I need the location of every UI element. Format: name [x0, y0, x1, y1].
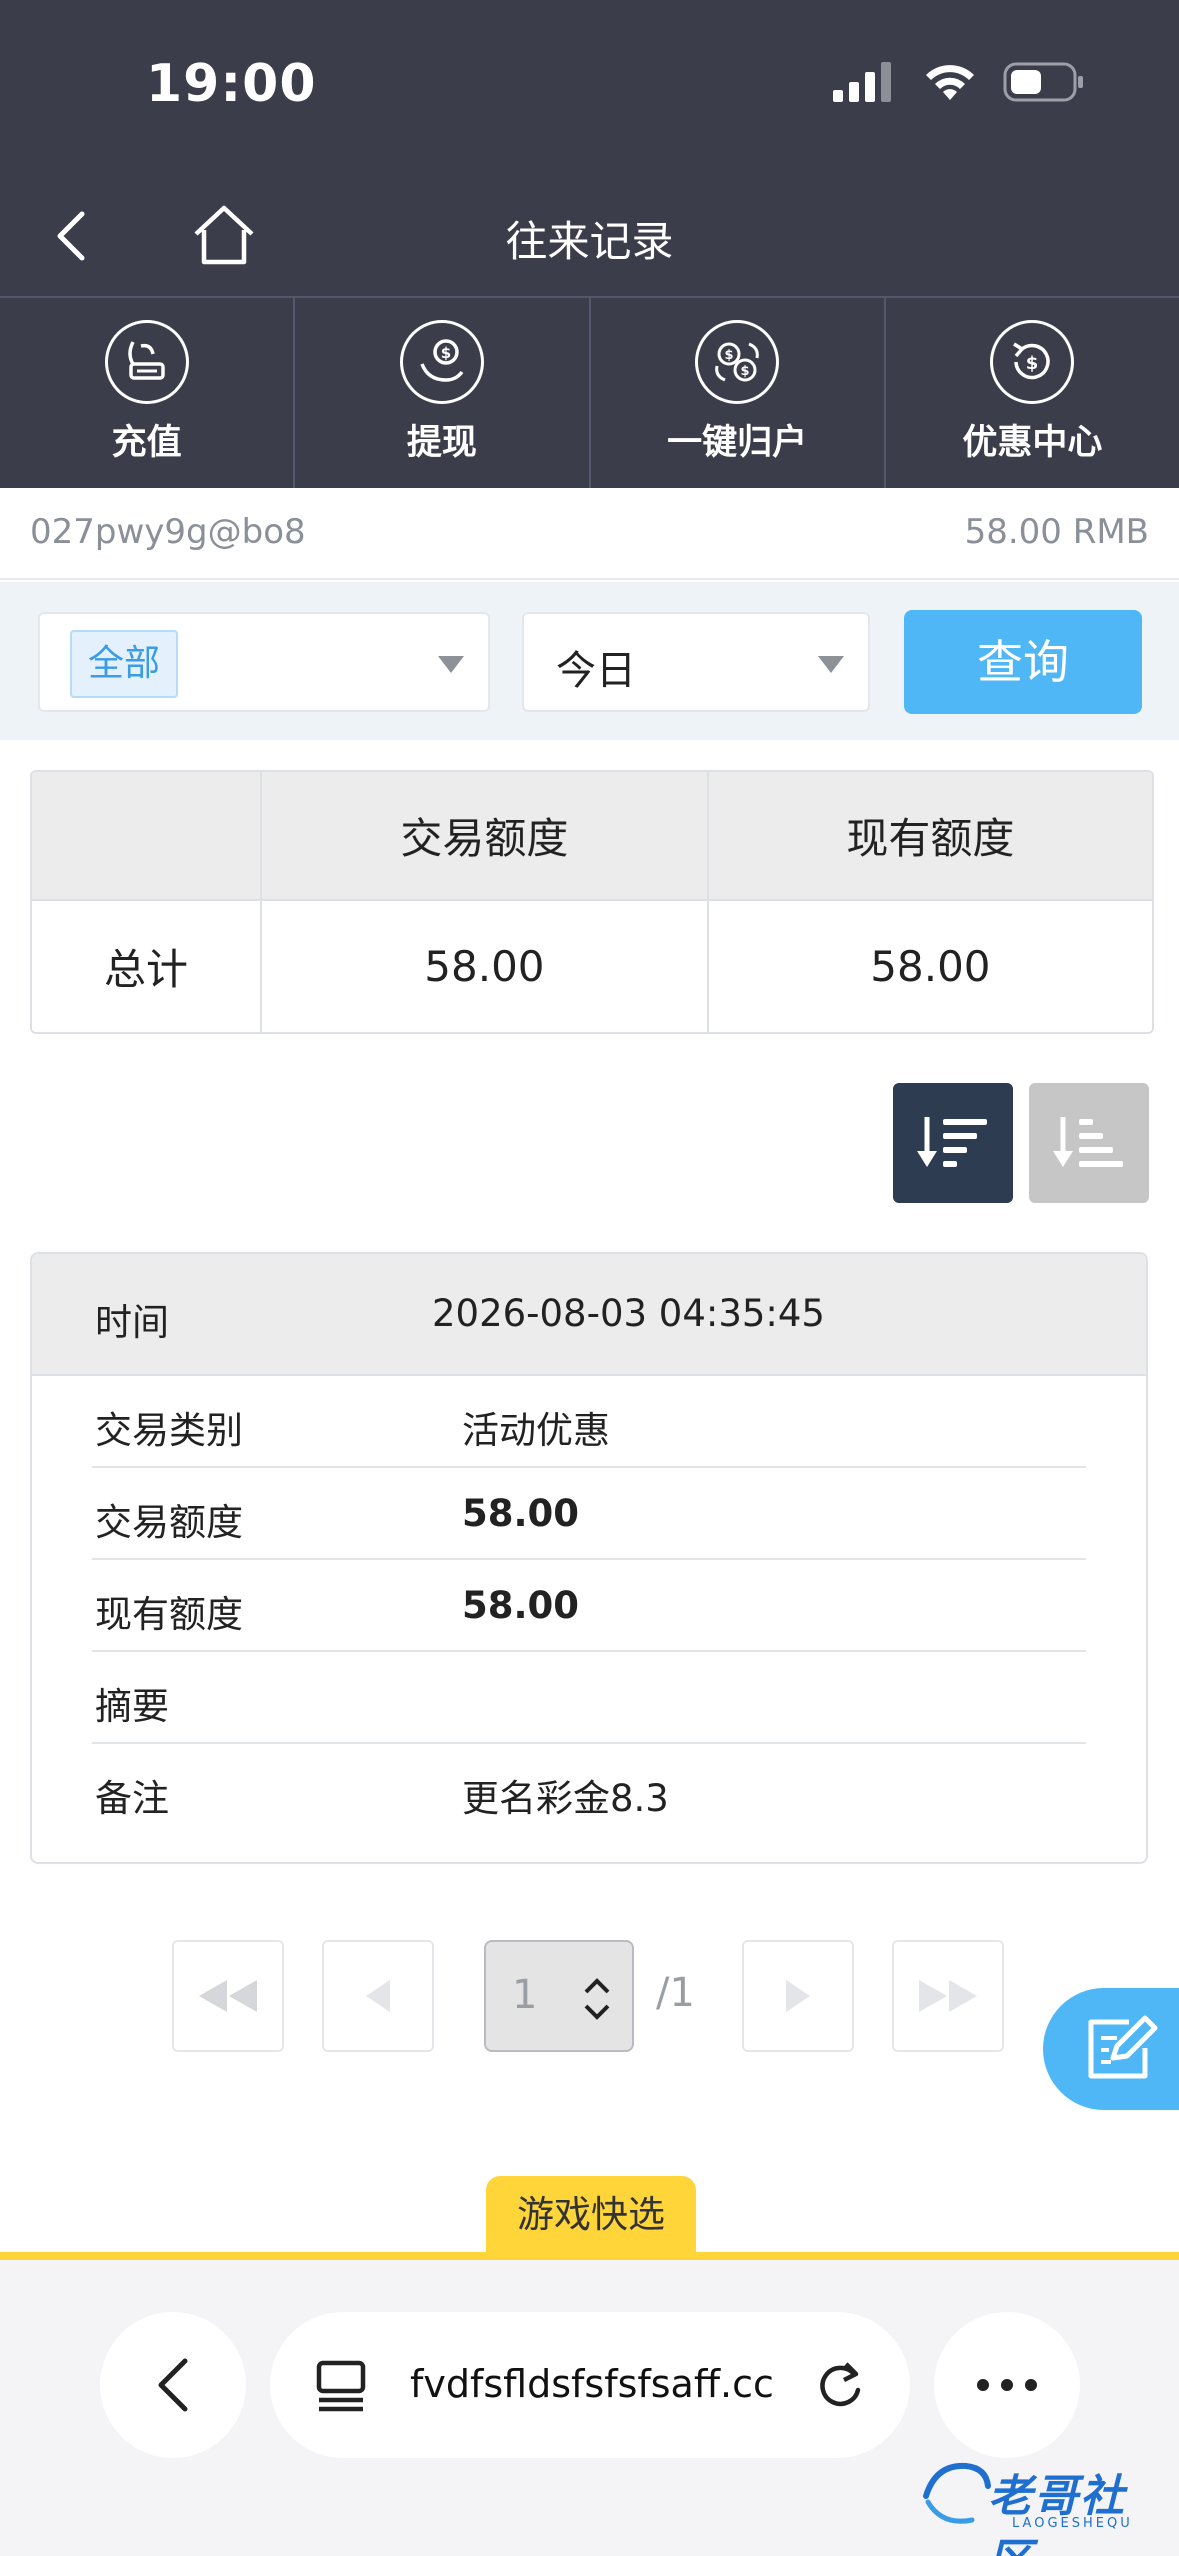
filter-bar: 全部 今日 查询 — [0, 582, 1179, 740]
type-select[interactable]: 全部 — [38, 612, 490, 712]
quick-transfer-label: 一键归户 — [667, 423, 808, 463]
type-selected-tag[interactable]: 全部 — [70, 630, 179, 698]
signal-icon — [833, 62, 891, 102]
svg-text:$: $ — [1026, 353, 1039, 374]
right-triangle-icon — [786, 1980, 810, 2012]
record-row-summary: 摘要 — [92, 1652, 1086, 1744]
record-summary-label: 摘要 — [95, 1685, 169, 1728]
quick-withdraw-label: 提现 — [406, 423, 477, 463]
status-icons — [833, 62, 1085, 102]
chevron-down-icon — [818, 656, 844, 673]
svg-text:$: $ — [741, 364, 750, 379]
summary-header-current: 现有额度 — [706, 772, 1152, 901]
nav-bar: 往来记录 — [0, 180, 1179, 296]
query-button[interactable]: 查询 — [904, 610, 1142, 714]
next-page-button[interactable] — [742, 1940, 854, 2052]
record-type-label: 交易类别 — [95, 1409, 243, 1452]
stepper-icon[interactable] — [582, 1976, 612, 2022]
watermark-subtext: LAOGESHEQU — [1012, 2516, 1133, 2531]
browser-back-button[interactable] — [100, 2312, 246, 2458]
edit-icon — [1088, 2015, 1158, 2079]
promo-icon: $ — [990, 320, 1075, 404]
double-right-icon — [919, 1980, 977, 2012]
summary-current-amount: 58.00 — [706, 899, 1152, 1032]
last-page-button[interactable] — [892, 1940, 1004, 2052]
more-options-button[interactable] — [934, 2312, 1080, 2458]
svg-text:$: $ — [441, 344, 451, 362]
divider — [0, 2252, 1179, 2260]
record-time-row: 时间 2026-08-03 04:35:45 — [32, 1254, 1146, 1376]
dragon-logo-icon — [923, 2462, 991, 2524]
record-row-remark: 备注 更名彩金8.3 — [92, 1744, 1086, 1836]
record-row-type: 交易类别 活动优惠 — [92, 1376, 1086, 1468]
sort-asc-button[interactable] — [1029, 1083, 1149, 1203]
prev-page-button[interactable] — [322, 1940, 434, 2052]
summary-header-trade: 交易额度 — [260, 772, 709, 901]
recharge-icon — [104, 320, 189, 404]
more-icon — [977, 2379, 1037, 2391]
record-trade-label: 交易额度 — [95, 1501, 243, 1544]
record-remark-value: 更名彩金8.3 — [462, 1777, 669, 1820]
chevron-down-icon — [438, 656, 464, 673]
quick-promo-button[interactable]: $ 优惠中心 — [886, 298, 1179, 488]
account-username: 027pwy9g@bo8 — [30, 512, 306, 552]
record-current-label: 现有额度 — [95, 1593, 243, 1636]
record-time-label: 时间 — [95, 1301, 169, 1344]
watermark-logo: 老哥社区 LAOGESHEQU — [916, 2452, 1166, 2556]
withdraw-icon: $ — [399, 320, 484, 404]
summary-header-empty — [32, 772, 262, 901]
record-remark-label: 备注 — [95, 1777, 169, 1820]
quick-withdraw-button[interactable]: $ 提现 — [295, 298, 591, 488]
record-current-value: 58.00 — [462, 1584, 580, 1627]
summary-total-label: 总计 — [32, 899, 262, 1032]
transfer-icon: $ $ — [695, 320, 780, 404]
account-bar: 027pwy9g@bo8 58.00 RMB — [0, 488, 1179, 580]
sort-ascending-icon — [1053, 1117, 1123, 1167]
url-text: fvdfsfldsfsfsfsaff.cc — [410, 2362, 774, 2406]
left-triangle-icon — [366, 1980, 390, 2012]
address-bar[interactable]: fvdfsfldsfsfsfsaff.cc — [270, 2312, 910, 2458]
page-total: /1 — [656, 1970, 695, 2016]
game-quick-select-tab[interactable]: 游戏快选 — [486, 2176, 696, 2254]
watermark-text: 老哥社区 — [988, 2471, 1126, 2556]
page-title: 往来记录 — [505, 217, 674, 266]
page-menu-icon[interactable] — [316, 2360, 366, 2412]
sort-desc-button[interactable] — [893, 1083, 1013, 1203]
app-header: 19:00 往来记录 充值 $ 提现 $ $ 一键归户 $ 优惠中心 — [0, 0, 1179, 488]
floating-edit-button[interactable] — [1043, 1988, 1179, 2110]
first-page-button[interactable] — [172, 1940, 284, 2052]
summary-table: 交易额度 现有额度 总计 58.00 58.00 — [30, 770, 1154, 1034]
transaction-record-card: 时间 2026-08-03 04:35:45 交易类别 活动优惠 交易额度 58… — [30, 1252, 1148, 1864]
record-type-value: 活动优惠 — [462, 1409, 610, 1452]
battery-icon — [1003, 62, 1083, 102]
wifi-icon — [926, 65, 974, 100]
record-trade-value: 58.00 — [462, 1492, 580, 1535]
summary-trade-amount: 58.00 — [260, 899, 709, 1032]
date-select[interactable]: 今日 — [522, 612, 870, 712]
status-time: 19:00 — [146, 54, 317, 114]
record-row-current-amount: 现有额度 58.00 — [92, 1560, 1086, 1652]
back-icon — [158, 2358, 188, 2412]
double-left-icon — [199, 1980, 257, 2012]
page-number-input[interactable]: 1 — [484, 1940, 634, 2052]
sort-descending-icon — [917, 1117, 987, 1167]
svg-text:$: $ — [725, 348, 734, 363]
quick-promo-label: 优惠中心 — [962, 423, 1103, 463]
summary-total-row: 总计 58.00 58.00 — [32, 899, 1152, 1032]
account-balance: 58.00 RMB — [964, 512, 1149, 552]
record-time-value: 2026-08-03 04:35:45 — [432, 1292, 825, 1335]
quick-recharge-button[interactable]: 充值 — [0, 298, 296, 488]
page-current: 1 — [512, 1972, 538, 2018]
quick-recharge-label: 充值 — [111, 423, 182, 463]
record-row-trade-amount: 交易额度 58.00 — [92, 1468, 1086, 1560]
quick-transfer-button[interactable]: $ $ 一键归户 — [591, 298, 886, 488]
summary-header-row: 交易额度 现有额度 — [32, 772, 1152, 901]
quick-actions: 充值 $ 提现 $ $ 一键归户 $ 优惠中心 — [0, 296, 1179, 488]
date-selected-value: 今日 — [556, 648, 636, 694]
reload-icon[interactable] — [810, 2356, 870, 2416]
